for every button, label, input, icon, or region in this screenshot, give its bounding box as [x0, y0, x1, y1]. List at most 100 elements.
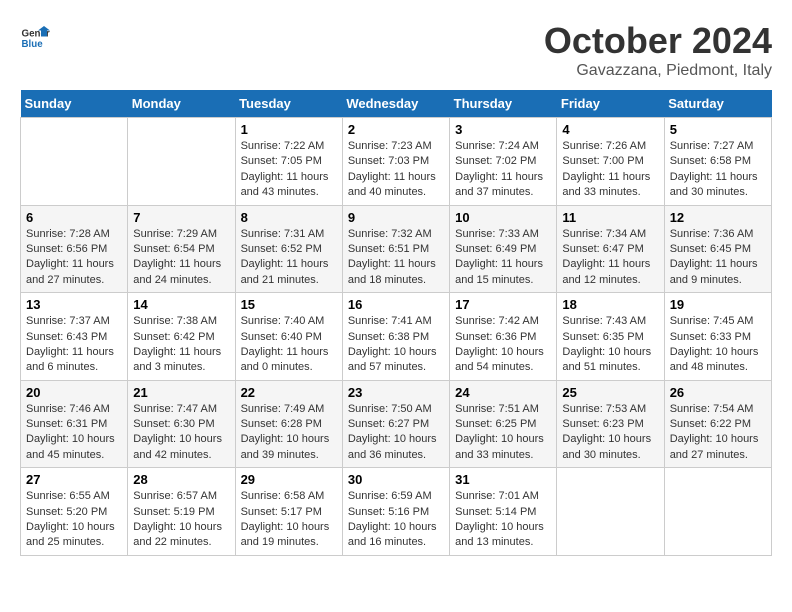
day-number: 4 [562, 122, 658, 137]
calendar-week-row: 6 Sunrise: 7:28 AMSunset: 6:56 PMDaylight… [21, 205, 772, 293]
calendar-day-cell: 18Sunrise: 7:43 AMSunset: 6:35 PMDayligh… [557, 293, 664, 381]
day-info: Sunrise: 7:31 AMSunset: 6:52 PMDaylight:… [241, 227, 337, 289]
day-number: 26 [670, 385, 766, 400]
month-title: October 2024 [544, 20, 772, 62]
day-info: Sunrise: 7:41 AMSunset: 6:38 PMDaylight:… [348, 314, 444, 376]
day-number: 3 [455, 122, 551, 137]
weekday-header-cell: Monday [128, 90, 235, 118]
calendar-day-cell: 3 Sunrise: 7:24 AMSunset: 7:02 PMDaylight… [450, 118, 557, 206]
day-number: 2 [348, 122, 444, 137]
weekday-header-cell: Friday [557, 90, 664, 118]
day-info: Sunrise: 7:23 AMSunset: 7:03 PMDaylight:… [348, 139, 444, 201]
calendar-table: SundayMondayTuesdayWednesdayThursdayFrid… [20, 90, 772, 556]
calendar-day-cell [664, 468, 771, 556]
weekday-header-cell: Tuesday [235, 90, 342, 118]
day-number: 20 [26, 385, 122, 400]
day-number: 5 [670, 122, 766, 137]
calendar-day-cell: 5 Sunrise: 7:27 AMSunset: 6:58 PMDaylight… [664, 118, 771, 206]
weekday-header-row: SundayMondayTuesdayWednesdayThursdayFrid… [21, 90, 772, 118]
day-info: Sunrise: 6:58 AMSunset: 5:17 PMDaylight:… [241, 489, 337, 551]
day-info: Sunrise: 7:47 AMSunset: 6:30 PMDaylight:… [133, 402, 229, 464]
day-number: 9 [348, 210, 444, 225]
calendar-body: 1 Sunrise: 7:22 AMSunset: 7:05 PMDaylight… [21, 118, 772, 556]
calendar-day-cell: 27Sunrise: 6:55 AMSunset: 5:20 PMDayligh… [21, 468, 128, 556]
calendar-day-cell: 6 Sunrise: 7:28 AMSunset: 6:56 PMDaylight… [21, 205, 128, 293]
calendar-day-cell: 20 Sunrise: 7:46 AMSunset: 6:31 PMDayligh… [21, 380, 128, 468]
day-number: 6 [26, 210, 122, 225]
day-number: 16 [348, 297, 444, 312]
day-number: 13 [26, 297, 122, 312]
calendar-day-cell: 22 Sunrise: 7:49 AMSunset: 6:28 PMDayligh… [235, 380, 342, 468]
calendar-day-cell: 25 Sunrise: 7:53 AMSunset: 6:23 PMDayligh… [557, 380, 664, 468]
day-info: Sunrise: 6:59 AMSunset: 5:16 PMDaylight:… [348, 489, 444, 551]
title-block: October 2024 Gavazzana, Piedmont, Italy [544, 20, 772, 80]
location: Gavazzana, Piedmont, Italy [544, 62, 772, 80]
weekday-header-cell: Thursday [450, 90, 557, 118]
logo-icon: General Blue [20, 20, 50, 50]
calendar-day-cell: 28Sunrise: 6:57 AMSunset: 5:19 PMDayligh… [128, 468, 235, 556]
day-info: Sunrise: 7:36 AMSunset: 6:45 PMDaylight:… [670, 227, 766, 289]
day-info: Sunrise: 7:32 AMSunset: 6:51 PMDaylight:… [348, 227, 444, 289]
calendar-day-cell: 26 Sunrise: 7:54 AMSunset: 6:22 PMDayligh… [664, 380, 771, 468]
day-info: Sunrise: 7:33 AMSunset: 6:49 PMDaylight:… [455, 227, 551, 289]
day-number: 23 [348, 385, 444, 400]
day-number: 1 [241, 122, 337, 137]
day-number: 21 [133, 385, 229, 400]
day-number: 30 [348, 472, 444, 487]
weekday-header-cell: Saturday [664, 90, 771, 118]
calendar-day-cell: 7 Sunrise: 7:29 AMSunset: 6:54 PMDaylight… [128, 205, 235, 293]
day-info: Sunrise: 7:22 AMSunset: 7:05 PMDaylight:… [241, 139, 337, 201]
day-number: 29 [241, 472, 337, 487]
day-info: Sunrise: 7:49 AMSunset: 6:28 PMDaylight:… [241, 402, 337, 464]
calendar-day-cell: 29 Sunrise: 6:58 AMSunset: 5:17 PMDayligh… [235, 468, 342, 556]
day-number: 8 [241, 210, 337, 225]
calendar-day-cell: 21 Sunrise: 7:47 AMSunset: 6:30 PMDayligh… [128, 380, 235, 468]
calendar-day-cell: 19 Sunrise: 7:45 AMSunset: 6:33 PMDayligh… [664, 293, 771, 381]
day-info: Sunrise: 7:29 AMSunset: 6:54 PMDaylight:… [133, 227, 229, 289]
calendar-day-cell: 15 Sunrise: 7:40 AMSunset: 6:40 PMDayligh… [235, 293, 342, 381]
day-number: 11 [562, 210, 658, 225]
day-number: 31 [455, 472, 551, 487]
calendar-day-cell: 4 Sunrise: 7:26 AMSunset: 7:00 PMDaylight… [557, 118, 664, 206]
day-number: 22 [241, 385, 337, 400]
calendar-day-cell: 31 Sunrise: 7:01 AMSunset: 5:14 PMDayligh… [450, 468, 557, 556]
day-info: Sunrise: 7:54 AMSunset: 6:22 PMDaylight:… [670, 402, 766, 464]
calendar-day-cell [21, 118, 128, 206]
calendar-day-cell: 13 Sunrise: 7:37 AMSunset: 6:43 PMDayligh… [21, 293, 128, 381]
day-number: 14 [133, 297, 229, 312]
weekday-header-cell: Wednesday [342, 90, 449, 118]
day-info: Sunrise: 7:53 AMSunset: 6:23 PMDaylight:… [562, 402, 658, 464]
day-info: Sunrise: 7:27 AMSunset: 6:58 PMDaylight:… [670, 139, 766, 201]
day-info: Sunrise: 6:55 AMSunset: 5:20 PMDaylight:… [26, 489, 122, 551]
calendar-day-cell [128, 118, 235, 206]
day-info: Sunrise: 7:26 AMSunset: 7:00 PMDaylight:… [562, 139, 658, 201]
day-info: Sunrise: 7:42 AMSunset: 6:36 PMDaylight:… [455, 314, 551, 376]
calendar-day-cell: 16 Sunrise: 7:41 AMSunset: 6:38 PMDayligh… [342, 293, 449, 381]
day-number: 15 [241, 297, 337, 312]
day-info: Sunrise: 7:40 AMSunset: 6:40 PMDaylight:… [241, 314, 337, 376]
calendar-day-cell: 11 Sunrise: 7:34 AMSunset: 6:47 PMDayligh… [557, 205, 664, 293]
calendar-day-cell: 14Sunrise: 7:38 AMSunset: 6:42 PMDayligh… [128, 293, 235, 381]
day-info: Sunrise: 7:24 AMSunset: 7:02 PMDaylight:… [455, 139, 551, 201]
day-number: 10 [455, 210, 551, 225]
day-info: Sunrise: 7:37 AMSunset: 6:43 PMDaylight:… [26, 314, 122, 376]
day-number: 18 [562, 297, 658, 312]
day-info: Sunrise: 7:45 AMSunset: 6:33 PMDaylight:… [670, 314, 766, 376]
day-number: 25 [562, 385, 658, 400]
day-info: Sunrise: 6:57 AMSunset: 5:19 PMDaylight:… [133, 489, 229, 551]
day-info: Sunrise: 7:28 AMSunset: 6:56 PMDaylight:… [26, 227, 122, 289]
calendar-day-cell: 24Sunrise: 7:51 AMSunset: 6:25 PMDayligh… [450, 380, 557, 468]
day-number: 12 [670, 210, 766, 225]
calendar-week-row: 1 Sunrise: 7:22 AMSunset: 7:05 PMDaylight… [21, 118, 772, 206]
calendar-day-cell: 8 Sunrise: 7:31 AMSunset: 6:52 PMDaylight… [235, 205, 342, 293]
weekday-header-cell: Sunday [21, 90, 128, 118]
day-number: 19 [670, 297, 766, 312]
day-info: Sunrise: 7:34 AMSunset: 6:47 PMDaylight:… [562, 227, 658, 289]
calendar-day-cell [557, 468, 664, 556]
day-number: 7 [133, 210, 229, 225]
day-info: Sunrise: 7:01 AMSunset: 5:14 PMDaylight:… [455, 489, 551, 551]
calendar-week-row: 20 Sunrise: 7:46 AMSunset: 6:31 PMDayligh… [21, 380, 772, 468]
day-info: Sunrise: 7:46 AMSunset: 6:31 PMDaylight:… [26, 402, 122, 464]
calendar-day-cell: 12 Sunrise: 7:36 AMSunset: 6:45 PMDayligh… [664, 205, 771, 293]
day-info: Sunrise: 7:50 AMSunset: 6:27 PMDaylight:… [348, 402, 444, 464]
